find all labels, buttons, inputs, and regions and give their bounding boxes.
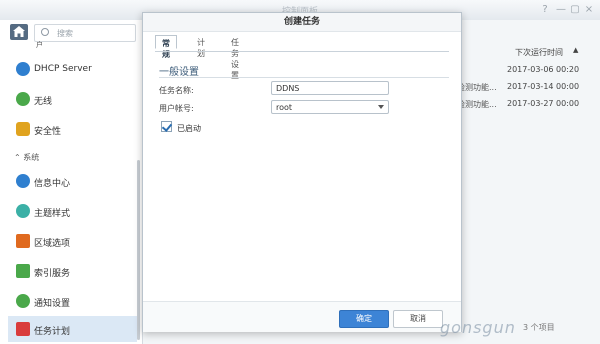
tab-divider bbox=[155, 51, 449, 52]
sidebar-item-label: 通知设置 bbox=[34, 299, 71, 309]
tab-schedule[interactable]: 计划 bbox=[191, 35, 211, 58]
palette-icon bbox=[16, 204, 30, 218]
tab-general[interactable]: 常规 bbox=[155, 35, 177, 59]
sort-asc-icon: ▲ bbox=[573, 46, 579, 54]
search-index-icon bbox=[16, 264, 30, 278]
section-divider bbox=[159, 77, 449, 78]
home-button[interactable] bbox=[10, 24, 28, 40]
section-system-label: 系统 bbox=[23, 153, 40, 162]
sidebar-item-info-center[interactable]: 信息中心 bbox=[8, 168, 137, 194]
watermark: gonsgun bbox=[440, 318, 516, 337]
create-task-dialog: 创建任务 常规 计划 任务设置 一般设置 任务名称: DDNS 用户帐号: ro… bbox=[142, 12, 462, 332]
user-account-value: root bbox=[276, 103, 293, 112]
tab-task-settings[interactable]: 任务设置 bbox=[225, 35, 245, 80]
search-input[interactable]: 搜索 bbox=[34, 24, 136, 42]
sidebar-item-dhcp[interactable]: DHCP Server bbox=[8, 56, 137, 82]
maximize-button[interactable]: ▢ bbox=[568, 3, 582, 17]
sidebar-partial-item: 户 bbox=[36, 41, 43, 49]
sidebar-item-label: 主题样式 bbox=[34, 209, 71, 219]
close-button[interactable]: × bbox=[582, 3, 596, 17]
sidebar-item-wireless[interactable]: 无线 bbox=[8, 86, 137, 112]
shield-icon bbox=[16, 122, 30, 136]
sidebar-item-label: DHCP Server bbox=[34, 64, 92, 74]
column-header-label: 下次运行时间 bbox=[515, 48, 563, 57]
sidebar-item-theme[interactable]: 主题样式 bbox=[8, 198, 137, 224]
dhcp-server-icon bbox=[16, 62, 30, 76]
sidebar-item-label: 索引服务 bbox=[34, 269, 71, 279]
section-system[interactable]: ⌃ 系统 bbox=[14, 152, 39, 163]
sidebar-item-indexing[interactable]: 索引服务 bbox=[8, 258, 137, 284]
sidebar-item-regional[interactable]: 区域选项 bbox=[8, 228, 137, 254]
sidebar-item-task-scheduler[interactable]: 任务计划 bbox=[8, 316, 137, 342]
enabled-checkbox[interactable] bbox=[161, 121, 173, 132]
chat-icon bbox=[16, 294, 30, 308]
sidebar-item-security[interactable]: 安全性 bbox=[8, 116, 137, 142]
checkmark-icon bbox=[161, 121, 173, 132]
section-general-settings: 一般设置 bbox=[159, 67, 199, 78]
chevron-up-icon: ⌃ bbox=[14, 153, 21, 162]
info-icon bbox=[16, 174, 30, 188]
sidebar-item-notification[interactable]: 通知设置 bbox=[8, 288, 137, 314]
dialog-title: 创建任务 bbox=[143, 13, 461, 32]
column-next-run[interactable]: 下次运行时间 ▲ bbox=[457, 44, 600, 58]
ok-button[interactable]: 确定 bbox=[339, 310, 389, 328]
dialog-footer: 确定 取消 bbox=[143, 301, 461, 332]
sidebar-item-label: 无线 bbox=[34, 97, 53, 107]
chevron-down-icon bbox=[378, 105, 384, 109]
row-date: 2017-03-14 00:00 bbox=[507, 82, 580, 91]
home-icon bbox=[13, 26, 25, 37]
sidebar-item-label: 安全性 bbox=[34, 127, 62, 137]
row-date: 2017-03-06 00:20 bbox=[507, 65, 580, 74]
calendar-icon bbox=[16, 234, 30, 248]
wifi-icon bbox=[16, 92, 30, 106]
row-cell: 检测功能... bbox=[457, 100, 497, 109]
task-scheduler-icon bbox=[16, 322, 30, 336]
row-cell: 检测功能... bbox=[457, 83, 497, 92]
sidebar-item-label: 任务计划 bbox=[34, 327, 71, 337]
user-account-label: 用户帐号: bbox=[159, 104, 194, 113]
sidebar-item-label: 信息中心 bbox=[34, 179, 71, 189]
minimize-button[interactable]: — bbox=[554, 3, 568, 17]
search-placeholder: 搜索 bbox=[57, 29, 73, 38]
sidebar-scrollbar[interactable] bbox=[137, 160, 140, 340]
task-name-label: 任务名称: bbox=[159, 86, 194, 95]
row-date: 2017-03-27 00:00 bbox=[507, 99, 580, 108]
cancel-button[interactable]: 取消 bbox=[393, 310, 443, 328]
sidebar: 搜索 户 DHCP Server 无线 安全性 ⌃ 系统 信息中心 主题样式 区… bbox=[0, 20, 143, 344]
enabled-label: 已启动 bbox=[177, 124, 201, 133]
help-button[interactable]: ? bbox=[538, 3, 552, 17]
table-row[interactable]: 检测功能... 2017-03-27 00:00 bbox=[457, 96, 600, 113]
table-row[interactable]: 2017-03-06 00:20 bbox=[457, 62, 600, 79]
search-icon bbox=[41, 28, 49, 36]
table-row[interactable]: 检测功能... 2017-03-14 00:00 bbox=[457, 79, 600, 96]
sidebar-item-label: 区域选项 bbox=[34, 239, 71, 249]
user-account-select[interactable]: root bbox=[271, 100, 389, 114]
task-name-input[interactable]: DDNS bbox=[271, 81, 389, 95]
item-count: 3 个项目 bbox=[523, 323, 555, 332]
